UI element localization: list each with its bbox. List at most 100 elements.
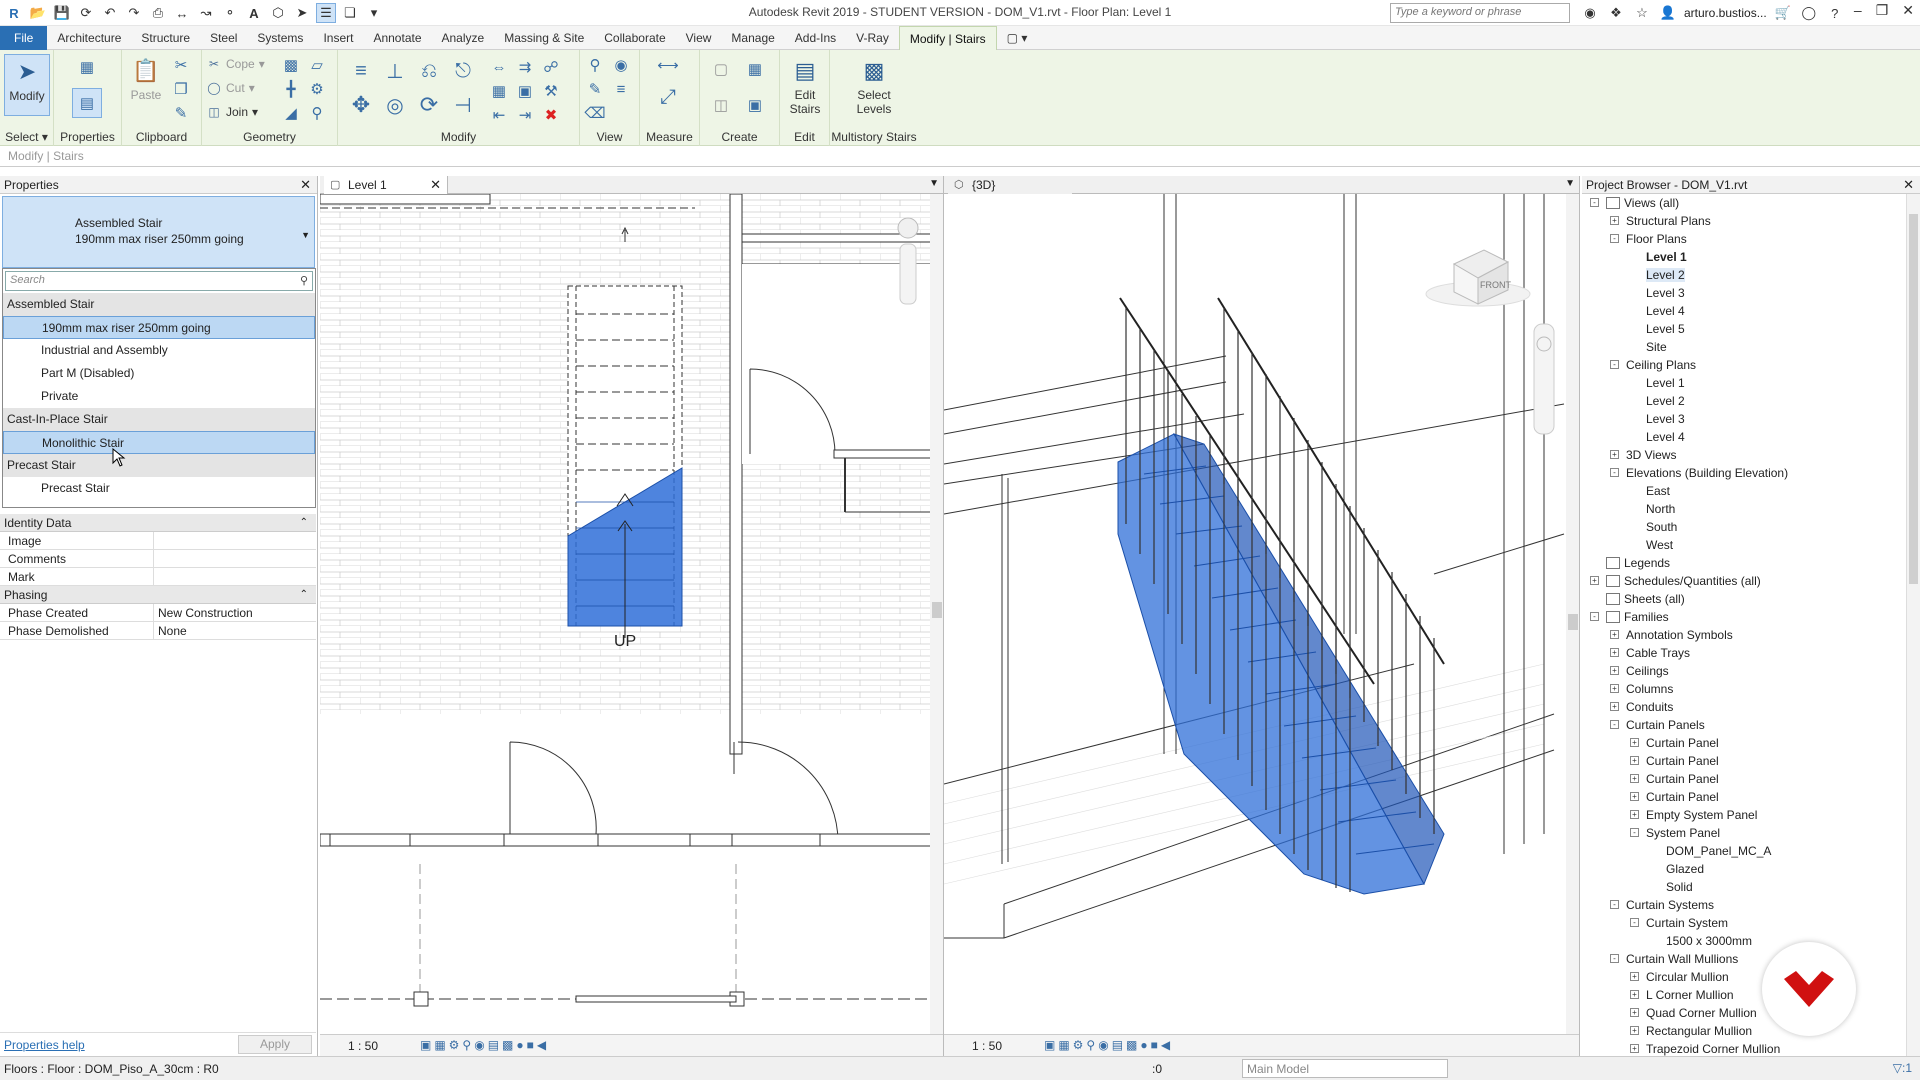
property-row[interactable]: Phase Created New Construction	[0, 604, 316, 622]
pin-icon[interactable]: ⚒	[540, 80, 562, 102]
text-icon[interactable]: A	[244, 3, 264, 23]
section-icon[interactable]: ➤	[292, 3, 312, 23]
cut-scissors-icon[interactable]: ✂	[170, 54, 192, 76]
tree-node[interactable]: + Ceilings	[1582, 662, 1906, 680]
thin-lines-icon[interactable]: ☰	[316, 3, 336, 23]
redo-icon[interactable]: ↷	[124, 3, 144, 23]
property-row[interactable]: Mark	[0, 568, 316, 586]
tree-node[interactable]: - System Panel	[1582, 824, 1906, 842]
view-controls-icon[interactable]: ▣▦⚙⚲◉▤▩●■◀	[420, 1038, 549, 1052]
tree-node[interactable]: + Columns	[1582, 680, 1906, 698]
tree-node[interactable]: + Curtain Panel	[1582, 734, 1906, 752]
properties-palette-icon[interactable]: ▤	[72, 88, 102, 118]
sync-icon[interactable]: ⟳	[76, 3, 96, 23]
tree-node[interactable]: + Quad Corner Mullion	[1582, 1004, 1906, 1022]
tree-node[interactable]: - Curtain System	[1582, 914, 1906, 932]
collapse-icon[interactable]: -	[1610, 234, 1619, 243]
expand-icon[interactable]: +	[1610, 684, 1619, 693]
beam-join-icon[interactable]: ◢	[280, 102, 302, 124]
edit-stairs-button[interactable]: ▤ Edit Stairs	[784, 54, 826, 116]
tree-node[interactable]: DOM_Panel_MC_A	[1582, 842, 1906, 860]
expand-icon[interactable]: +	[1630, 1044, 1639, 1053]
scale-icon[interactable]: ▣	[514, 80, 536, 102]
minimize-icon[interactable]: –	[1854, 2, 1862, 19]
expand-icon[interactable]: +	[1630, 810, 1639, 819]
cut-geometry-button[interactable]: ◯ Cut ▾	[206, 80, 254, 96]
select-panel-label[interactable]: Select ▾	[0, 130, 53, 144]
move-icon[interactable]: ✥	[346, 90, 376, 120]
collapse-icon[interactable]: -	[1610, 360, 1619, 369]
tab-architecture[interactable]: Architecture	[47, 26, 131, 50]
trim-extend-multiple-icon[interactable]: ⇥	[514, 104, 536, 126]
close-icon[interactable]: ✕	[300, 177, 311, 193]
property-row[interactable]: Comments	[0, 550, 316, 568]
expand-icon[interactable]: +	[1630, 972, 1639, 981]
app-menu-icon[interactable]: R	[4, 3, 24, 23]
view-scale[interactable]: 1 : 50	[348, 1039, 378, 1053]
trim-extend-single-icon[interactable]: ⇤	[488, 104, 510, 126]
tree-node[interactable]: Level 5	[1582, 320, 1906, 338]
expand-icon[interactable]: +	[1610, 216, 1619, 225]
property-row[interactable]: Phase Demolished None	[0, 622, 316, 640]
tree-node[interactable]: - Curtain Panels	[1582, 716, 1906, 734]
expand-icon[interactable]: +	[1630, 1026, 1639, 1035]
tree-node[interactable]: + L Corner Mullion	[1582, 986, 1906, 1004]
tree-node[interactable]: +3D Views	[1582, 446, 1906, 464]
expand-icon[interactable]: +	[1610, 630, 1619, 639]
tab-annotate[interactable]: Annotate	[363, 26, 431, 50]
tree-node[interactable]: - Curtain Systems	[1582, 896, 1906, 914]
save-icon[interactable]: 💾	[52, 3, 72, 23]
expand-icon[interactable]: +	[1630, 1008, 1639, 1017]
3d-canvas[interactable]: FRONT	[944, 194, 1579, 1034]
collapse-icon[interactable]: -	[1610, 468, 1619, 477]
tree-node[interactable]: + Circular Mullion	[1582, 968, 1906, 986]
tree-node[interactable]: + Rectangular Mullion	[1582, 1022, 1906, 1040]
type-item[interactable]: Part M (Disabled)	[3, 362, 315, 385]
expand-icon[interactable]: +	[1610, 450, 1619, 459]
split-icon[interactable]: ⇔	[488, 56, 510, 78]
paste-button[interactable]: 📋 Paste	[128, 54, 164, 102]
property-row[interactable]: Image	[0, 532, 316, 550]
tab-v-ray[interactable]: V-Ray	[846, 26, 899, 50]
override-graphics-icon[interactable]: ◉	[610, 54, 632, 76]
tree-node[interactable]: Level 1	[1582, 248, 1906, 266]
tree-node[interactable]: Legends	[1582, 554, 1906, 572]
expand-icon[interactable]: +	[1630, 774, 1639, 783]
tree-node[interactable]: West	[1582, 536, 1906, 554]
tab-collaborate[interactable]: Collaborate	[594, 26, 675, 50]
type-selector[interactable]: Assembled Stair 190mm max riser 250mm go…	[2, 196, 315, 268]
expand-icon[interactable]: +	[1630, 738, 1639, 747]
identity-data-section[interactable]: Identity Data ⌃	[0, 514, 316, 532]
lines-icon[interactable]: ≡	[610, 78, 632, 100]
unpin-icon[interactable]: ☍	[540, 56, 562, 78]
ribbon-options-icon[interactable]: ▢ ▾	[997, 26, 1038, 50]
plan-canvas[interactable]: UP	[320, 193, 943, 1034]
collapse-icon[interactable]: -	[1610, 900, 1619, 909]
properties-help-link[interactable]: Properties help	[4, 1038, 85, 1052]
switch-windows-icon[interactable]: ❏	[340, 3, 360, 23]
expand-icon[interactable]: +	[1630, 792, 1639, 801]
help-icon[interactable]: ?	[1825, 3, 1845, 23]
tab-modify-stairs[interactable]: Modify | Stairs	[898, 26, 997, 50]
tree-node[interactable]: South	[1582, 518, 1906, 536]
demolish-icon[interactable]: ⚙	[306, 78, 328, 100]
close-icon[interactable]: ✕	[430, 177, 441, 193]
close-icon[interactable]: ✕	[1903, 177, 1914, 193]
modify-button[interactable]: ➤ Modify	[4, 54, 50, 116]
type-item[interactable]: Private	[3, 385, 315, 408]
tab-view[interactable]: View	[676, 26, 722, 50]
restore-icon[interactable]: ❐	[1876, 2, 1889, 19]
type-item[interactable]: Precast Stair	[3, 477, 315, 500]
browser-scrollbar[interactable]	[1906, 194, 1920, 1056]
type-item[interactable]: Industrial and Assembly	[3, 339, 315, 362]
3d-view-icon[interactable]: ⬡	[268, 3, 288, 23]
wall-joins-icon[interactable]: ╋	[280, 78, 302, 100]
tree-node[interactable]: Sheets (all)	[1582, 590, 1906, 608]
collapse-icon[interactable]: -	[1610, 954, 1619, 963]
mirror-draw-icon[interactable]: ⎋	[448, 56, 478, 86]
eraser-icon[interactable]: ⌫	[584, 102, 606, 124]
paint-icon[interactable]: ▱	[306, 54, 328, 76]
tree-node[interactable]: + Structural Plans	[1582, 212, 1906, 230]
join-button[interactable]: ◫ Join ▾	[206, 104, 258, 120]
print-icon[interactable]: ⎙	[148, 3, 168, 23]
